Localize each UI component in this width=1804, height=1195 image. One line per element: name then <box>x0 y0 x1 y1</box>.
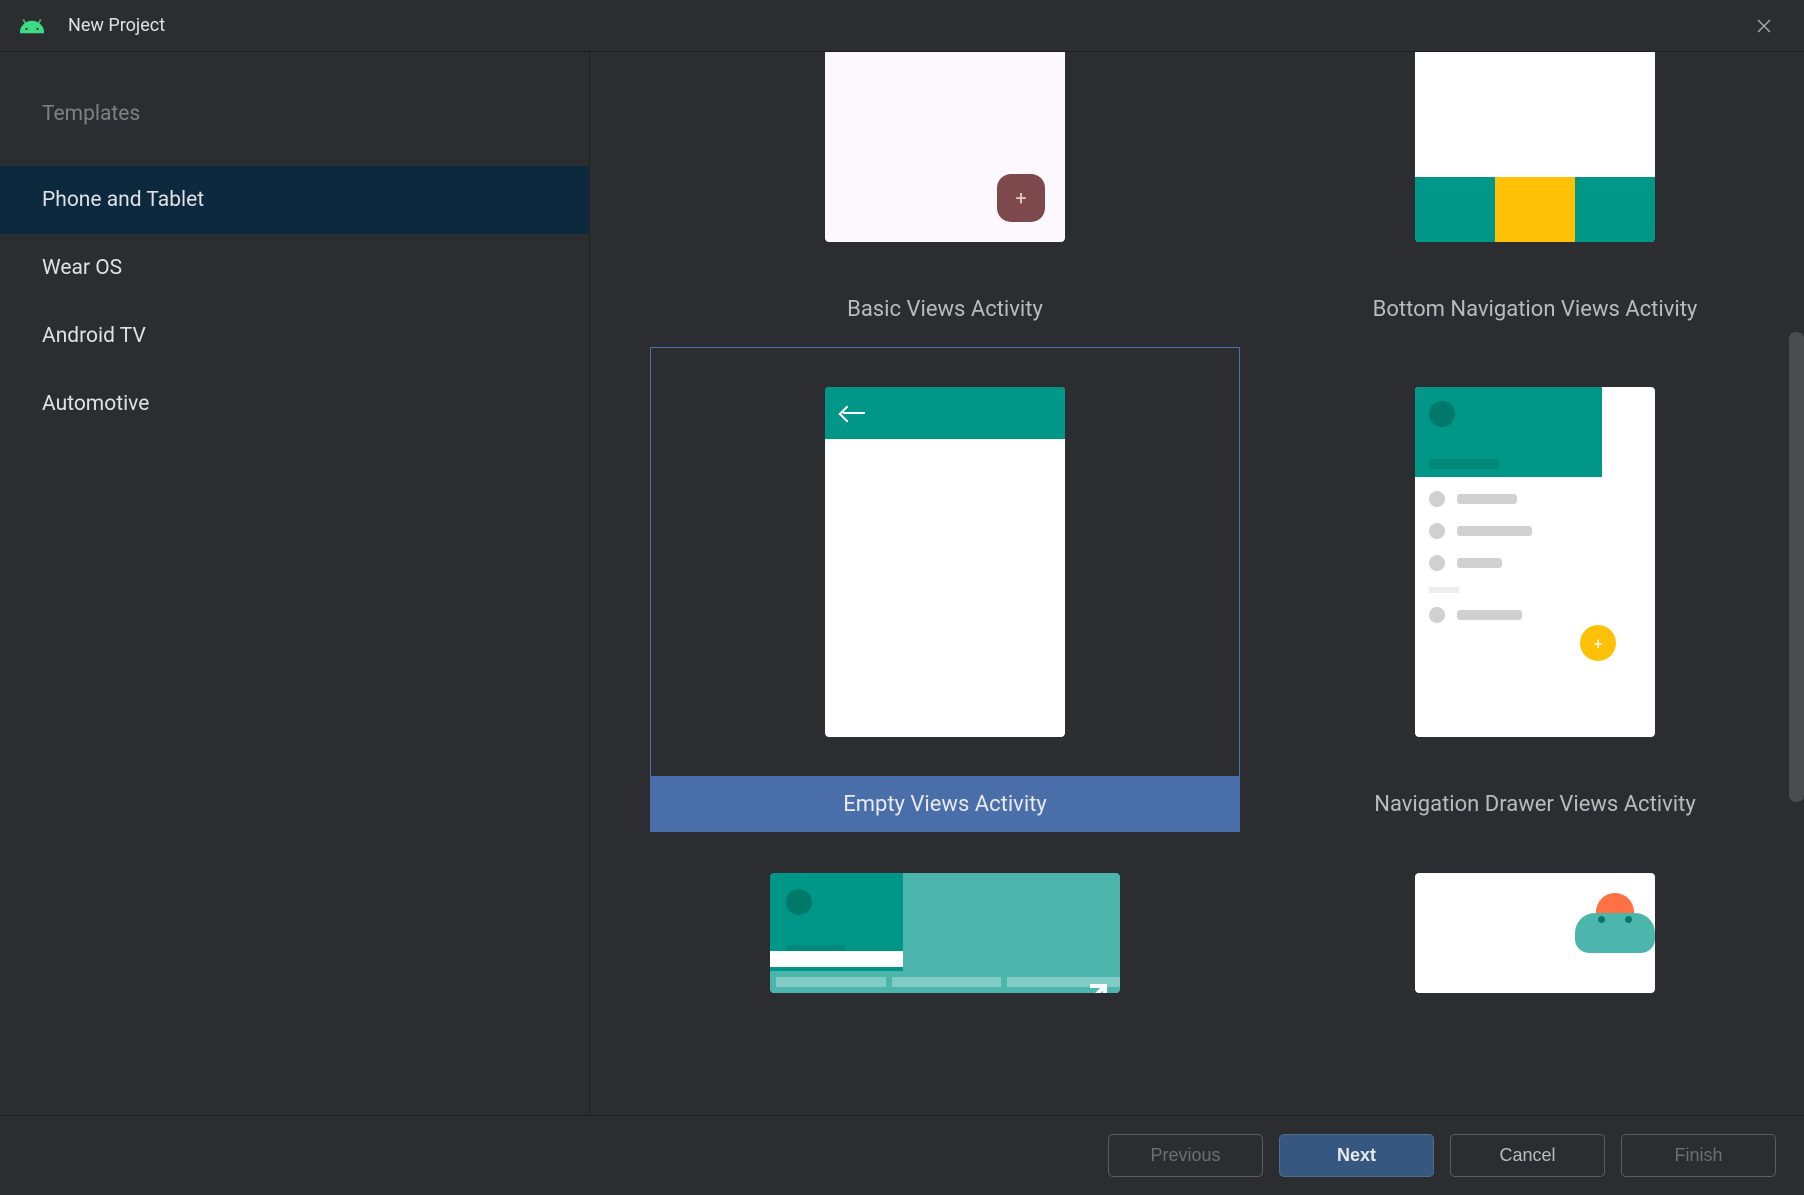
template-label: Navigation Drawer Views Activity <box>1240 777 1804 842</box>
main-panel: + Basic Views Activity <box>590 52 1804 1115</box>
button-bar: Previous Next Cancel Finish <box>0 1115 1804 1195</box>
fab-plus-icon: + <box>997 174 1045 222</box>
more-icon <box>1458 665 1462 683</box>
template-preview-icon <box>1415 873 1655 993</box>
next-button[interactable]: Next <box>1279 1134 1434 1177</box>
content-area: Templates Phone and Tablet Wear OS Andro… <box>0 52 1804 1115</box>
back-arrow-icon <box>843 412 865 414</box>
template-label: Basic Views Activity <box>650 282 1240 347</box>
template-navigation-drawer-views-activity[interactable]: + Navigation Drawer Views Activity <box>1240 347 1804 842</box>
template-label: Empty Views Activity <box>650 777 1240 832</box>
template-responsive-views-activity[interactable] <box>650 842 1240 1022</box>
sidebar-item-label: Automotive <box>42 392 149 416</box>
template-empty-views-activity[interactable]: Empty Views Activity <box>650 347 1240 842</box>
template-basic-views-activity[interactable]: + Basic Views Activity <box>650 52 1240 347</box>
game-controller-icon <box>1575 913 1655 953</box>
new-project-wizard: New Project Templates Phone and Tablet W… <box>0 0 1804 1195</box>
sidebar-item-automotive[interactable]: Automotive <box>0 370 589 438</box>
sidebar: Templates Phone and Tablet Wear OS Andro… <box>0 52 590 1115</box>
template-game-activity[interactable] <box>1240 842 1804 1022</box>
window-title: New Project <box>68 15 1744 36</box>
template-preview-icon <box>1415 52 1655 242</box>
template-bottom-navigation-views-activity[interactable]: Bottom Navigation Views Activity <box>1240 52 1804 347</box>
template-preview-icon <box>770 873 1120 993</box>
fab-plus-icon: + <box>1580 625 1616 661</box>
template-preview-icon: + <box>825 52 1065 242</box>
sidebar-item-label: Phone and Tablet <box>42 188 204 212</box>
template-label: Bottom Navigation Views Activity <box>1240 282 1804 347</box>
close-button[interactable] <box>1744 6 1784 46</box>
expand-arrow-icon <box>1060 981 1110 993</box>
template-preview-icon <box>825 387 1065 737</box>
sidebar-heading: Templates <box>0 102 589 166</box>
avatar-icon <box>1429 401 1455 427</box>
scrollbar[interactable] <box>1789 332 1804 802</box>
templates-scroll[interactable]: + Basic Views Activity <box>590 52 1804 1115</box>
sidebar-item-label: Wear OS <box>42 256 122 280</box>
title-bar: New Project <box>0 0 1804 52</box>
cancel-button[interactable]: Cancel <box>1450 1134 1605 1177</box>
sidebar-item-wear-os[interactable]: Wear OS <box>0 234 589 302</box>
finish-button[interactable]: Finish <box>1621 1134 1776 1177</box>
previous-button[interactable]: Previous <box>1108 1134 1263 1177</box>
template-preview-icon: + <box>1415 387 1655 737</box>
sidebar-item-label: Android TV <box>42 324 146 348</box>
android-icon <box>20 17 44 35</box>
sidebar-item-phone-tablet[interactable]: Phone and Tablet <box>0 166 589 234</box>
sidebar-item-android-tv[interactable]: Android TV <box>0 302 589 370</box>
